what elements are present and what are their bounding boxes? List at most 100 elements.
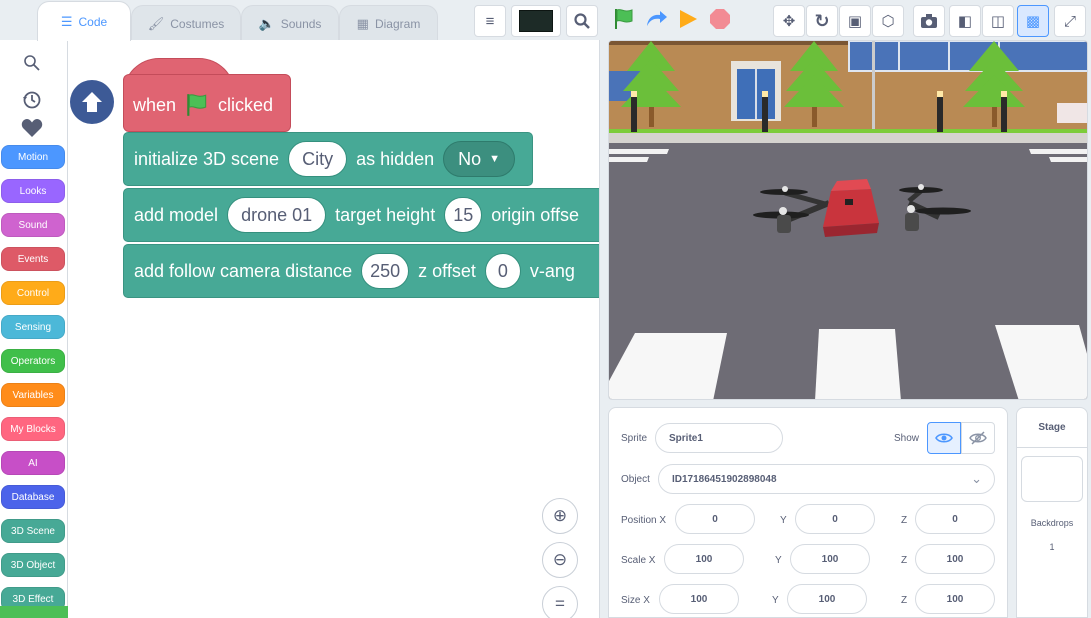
- move-arrows-icon: ✥: [782, 13, 796, 30]
- distance-input[interactable]: 250: [361, 253, 410, 289]
- color-swatch: [519, 10, 553, 32]
- scale-x-input[interactable]: 100: [664, 544, 744, 574]
- align-left-icon: ≡: [485, 12, 495, 30]
- rotate-button[interactable]: ↻: [806, 5, 838, 37]
- category-3d-scene[interactable]: 3D Scene: [1, 519, 65, 543]
- search-icon: [24, 55, 40, 71]
- size-x-input[interactable]: 100: [659, 584, 739, 614]
- screenshot-button[interactable]: [913, 5, 945, 37]
- stage-selector-panel[interactable]: Stage Backdrops 1: [1016, 407, 1088, 618]
- layout-right-icon: ◫: [990, 13, 1006, 30]
- eye-icon: [935, 433, 953, 443]
- layout-small-stage-icon: ▩: [1025, 13, 1041, 30]
- layout-left-button[interactable]: ◧: [949, 5, 981, 37]
- tab-diagram[interactable]: ▦ Diagram: [339, 5, 438, 41]
- zoom-out-button[interactable]: ⊖: [542, 542, 578, 578]
- block-text: initialize 3D scene: [134, 148, 280, 169]
- hat-text-clicked: clicked: [218, 94, 274, 115]
- category-database[interactable]: Database: [1, 485, 65, 509]
- green-flag-icon: [187, 94, 207, 116]
- caret-down-icon: ▼: [489, 153, 501, 165]
- stop-icon: [710, 9, 730, 29]
- rotate-icon: ↻: [814, 10, 830, 31]
- hidden-dropdown[interactable]: No ▼: [443, 141, 516, 177]
- scene-name-input[interactable]: City: [288, 141, 348, 177]
- category-looks[interactable]: Looks: [1, 179, 65, 203]
- frame-button[interactable]: ▣: [839, 5, 871, 37]
- layout-small-stage-button[interactable]: ▩: [1017, 5, 1049, 37]
- upload-button[interactable]: [70, 80, 114, 124]
- z-offset-input[interactable]: 0: [484, 253, 521, 289]
- search-button[interactable]: [566, 5, 598, 37]
- size-z-input[interactable]: 100: [915, 584, 995, 614]
- align-menu-button[interactable]: ≡: [474, 5, 506, 37]
- category-variables[interactable]: Variables: [1, 383, 65, 407]
- category-sound[interactable]: Sound: [1, 213, 65, 237]
- show-visible-button[interactable]: [927, 422, 961, 454]
- category-control[interactable]: Control: [1, 281, 65, 305]
- stage-title: Stage: [1017, 408, 1087, 448]
- tab-code[interactable]: ☰ Code: [37, 1, 131, 41]
- zoom-in-button[interactable]: ⊕: [542, 498, 578, 534]
- arrow-up-icon: [82, 92, 102, 112]
- position-y-input[interactable]: 0: [795, 504, 875, 534]
- position-z-input[interactable]: 0: [915, 504, 995, 534]
- layout-right-button[interactable]: ◫: [982, 5, 1014, 37]
- size-z-label: Z: [901, 595, 908, 606]
- tab-label: Code: [78, 14, 108, 29]
- green-flag-button[interactable]: [611, 6, 637, 32]
- stop-button[interactable]: [707, 6, 733, 32]
- hat-block-content: when clicked: [133, 90, 273, 120]
- fullscreen-button[interactable]: ⤢: [1054, 5, 1086, 37]
- object-select[interactable]: ID17186451902898048 ⌄: [658, 464, 995, 494]
- scale-y-input[interactable]: 100: [790, 544, 870, 574]
- category-operators[interactable]: Operators: [1, 349, 65, 373]
- background-color-picker[interactable]: [511, 5, 561, 37]
- sprite-name-input[interactable]: Sprite1: [655, 423, 783, 453]
- speaker-icon: 🔈: [258, 15, 275, 31]
- turbo-button[interactable]: [643, 6, 669, 32]
- zoom-in-icon: ⊕: [552, 506, 568, 525]
- zoom-reset-button[interactable]: =: [542, 586, 578, 618]
- tab-label: Costumes: [170, 16, 225, 31]
- category-sensing[interactable]: Sensing: [1, 315, 65, 339]
- stage-canvas[interactable]: [608, 40, 1088, 400]
- diagram-icon: ▦: [356, 15, 369, 31]
- add-follow-camera-block[interactable]: add follow camera distance 250 z offset …: [123, 244, 599, 298]
- play-button[interactable]: [675, 6, 701, 32]
- tab-sounds[interactable]: 🔈 Sounds: [241, 5, 339, 41]
- size-x-label: Size X: [621, 595, 650, 606]
- favorites-button[interactable]: [0, 118, 64, 143]
- move-button[interactable]: ✥: [773, 5, 805, 37]
- stage-thumbnail[interactable]: [1021, 456, 1083, 502]
- add-model-block[interactable]: add model drone 01 target height 15 orig…: [123, 188, 599, 242]
- tab-label: Diagram: [374, 16, 421, 31]
- model-name-input[interactable]: drone 01: [227, 197, 327, 233]
- tab-costumes[interactable]: 🖌 Costumes: [131, 5, 241, 41]
- category-3d-object[interactable]: 3D Object: [1, 553, 65, 577]
- position-x-input[interactable]: 0: [675, 504, 755, 534]
- category-ai[interactable]: AI: [1, 451, 65, 475]
- brush-icon: 🖌: [147, 15, 165, 31]
- hat-text-when: when: [133, 94, 177, 115]
- block-text: target height: [335, 204, 436, 225]
- initialize-3d-scene-block[interactable]: initialize 3D scene City as hidden No ▼: [123, 132, 533, 186]
- cube-button[interactable]: ⬡: [872, 5, 904, 37]
- code-icon: ☰: [60, 13, 73, 29]
- backdrops-count: 1: [1049, 542, 1055, 552]
- scale-z-input[interactable]: 100: [915, 544, 995, 574]
- category-my-blocks[interactable]: My Blocks: [1, 417, 65, 441]
- scripts-area[interactable]: when clicked initialize 3D scene City as…: [68, 40, 600, 618]
- target-height-input[interactable]: 15: [444, 197, 483, 233]
- history-button[interactable]: [0, 90, 64, 115]
- chevron-down-icon: ⌄: [971, 471, 982, 486]
- tab-label: Sounds: [280, 16, 322, 31]
- block-text: as hidden: [356, 148, 435, 169]
- palette-bottom-bar: [0, 606, 68, 618]
- size-y-input[interactable]: 100: [787, 584, 867, 614]
- category-motion[interactable]: Motion: [1, 145, 65, 169]
- category-events[interactable]: Events: [1, 247, 65, 271]
- search-blocks-button[interactable]: [0, 54, 64, 77]
- show-hidden-button[interactable]: [961, 422, 995, 454]
- zoom-out-icon: ⊖: [552, 550, 568, 569]
